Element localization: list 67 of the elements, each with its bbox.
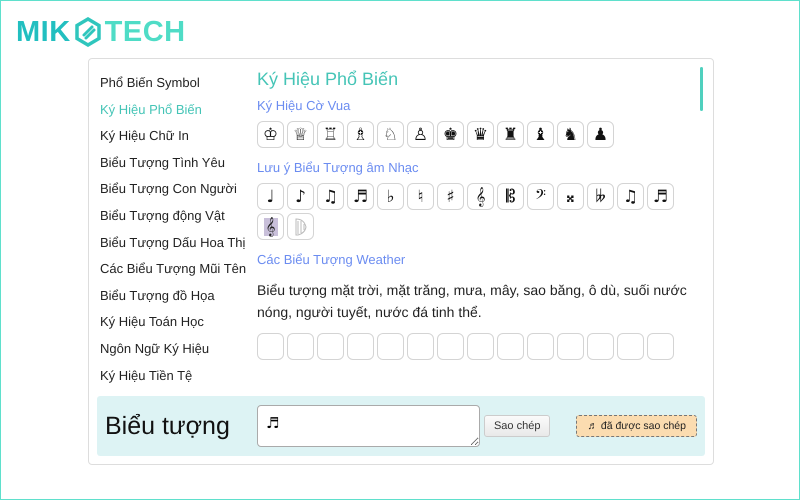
- symbol-button[interactable]: 𝄪: [557, 183, 584, 210]
- symbol-button[interactable]: [467, 333, 494, 360]
- symbol-button[interactable]: [347, 333, 374, 360]
- sidebar-link[interactable]: Biểu Tượng Con Người: [100, 176, 237, 203]
- symbol-button[interactable]: ♕: [287, 121, 314, 148]
- harp-icon: [294, 216, 308, 236]
- category-heading: Lưu ý Biểu Tượng âm Nhạc: [257, 160, 420, 175]
- symbol-button[interactable]: ♝: [527, 121, 554, 148]
- sidebar-link[interactable]: Ký Hiệu Toán Học: [100, 309, 204, 336]
- symbol-button[interactable]: 𝄞: [467, 183, 494, 210]
- sidebar-link[interactable]: Ký Hiệu Chữ In: [100, 123, 189, 150]
- sidebar-link[interactable]: Biểu Tượng động Vật: [100, 202, 225, 230]
- sidebar-link[interactable]: Biểu Tượng Tình Yêu: [100, 150, 225, 176]
- symbol-button[interactable]: ♗: [347, 121, 374, 148]
- symbol-button[interactable]: ♮: [407, 183, 434, 210]
- copy-button[interactable]: Sao chép: [484, 415, 550, 437]
- output-label: Biểu tượng: [105, 412, 231, 440]
- symbol-button[interactable]: ♟: [587, 121, 614, 148]
- symbol-button[interactable]: [437, 333, 464, 360]
- sidebar-link[interactable]: Phổ Biến Symbol: [100, 70, 200, 97]
- symbol-button[interactable]: [377, 333, 404, 360]
- category-heading: Ký Hiệu Cờ Vua: [257, 98, 352, 113]
- symbol-input-field[interactable]: ♬: [257, 405, 480, 447]
- symbol-button[interactable]: [317, 333, 344, 360]
- symbol-button[interactable]: 𝄡: [497, 183, 524, 210]
- sidebar-link[interactable]: Các Biểu Tượng Mũi Tên: [100, 256, 246, 283]
- sidebar-link[interactable]: Biểu Tượng Dấu Hoa Thị: [100, 230, 246, 256]
- symbol-button[interactable]: [287, 213, 314, 240]
- symbol-button[interactable]: ♜: [497, 121, 524, 148]
- symbol-button[interactable]: ♫: [617, 183, 644, 210]
- symbol-button[interactable]: [407, 333, 434, 360]
- symbol-button[interactable]: ♬: [647, 183, 674, 210]
- symbol-button[interactable]: [287, 333, 314, 360]
- copied-notice: ♬ đã được sao chép: [576, 415, 697, 437]
- symbol-button[interactable]: ♪: [287, 183, 314, 210]
- symbol-button[interactable]: 𝄢: [527, 183, 554, 210]
- sidebar-link[interactable]: Ký Hiệu Tiền Tệ: [100, 362, 192, 390]
- symbol-button[interactable]: ♩: [257, 183, 284, 210]
- symbol-button[interactable]: 𝄞: [257, 213, 284, 240]
- symbol-button[interactable]: ♚: [437, 121, 464, 148]
- symbol-button[interactable]: 𝄫: [587, 183, 614, 210]
- logo-text: MIK: [16, 16, 71, 48]
- sidebar-link[interactable]: Ngôn Ngữ Ký Hiệu: [100, 336, 210, 363]
- symbol-button[interactable]: [647, 333, 674, 360]
- category-heading: Các Biểu Tượng Weather: [257, 252, 406, 267]
- symbol-button[interactable]: ♞: [557, 121, 584, 148]
- symbol-button[interactable]: [527, 333, 554, 360]
- symbol-button[interactable]: [587, 333, 614, 360]
- symbol-button[interactable]: [257, 333, 284, 360]
- symbol-button[interactable]: ♛: [467, 121, 494, 148]
- hexagon-logo-icon: [72, 17, 103, 47]
- symbol-button[interactable]: ♔: [257, 121, 284, 148]
- symbol-button[interactable]: ♭: [377, 183, 404, 210]
- sidebar-link[interactable]: Biểu Tượng đồ Họa: [100, 282, 215, 310]
- symbol-button[interactable]: [617, 333, 644, 360]
- category-description: Biểu tượng mặt trời, mặt trăng, mưa, mây, sao băng, ô dù, suối nước nóng, người tuyết, nước đá tinh thể.: [257, 281, 688, 322]
- section-title: Ký Hiệu Phổ Biến: [257, 69, 400, 90]
- symbol-button[interactable]: ♖: [317, 121, 344, 148]
- symbol-button[interactable]: [497, 333, 524, 360]
- scrollbar-thumb[interactable]: [700, 67, 703, 111]
- symbol-button[interactable]: ♘: [377, 121, 404, 148]
- logo-text: TECH: [104, 16, 186, 48]
- symbol-button[interactable]: ♬: [347, 183, 374, 210]
- symbol-button[interactable]: ♙: [407, 121, 434, 148]
- symbol-button[interactable]: ♫: [317, 183, 344, 210]
- symbol-button[interactable]: [557, 333, 584, 360]
- symbol-button[interactable]: ♯: [437, 183, 464, 210]
